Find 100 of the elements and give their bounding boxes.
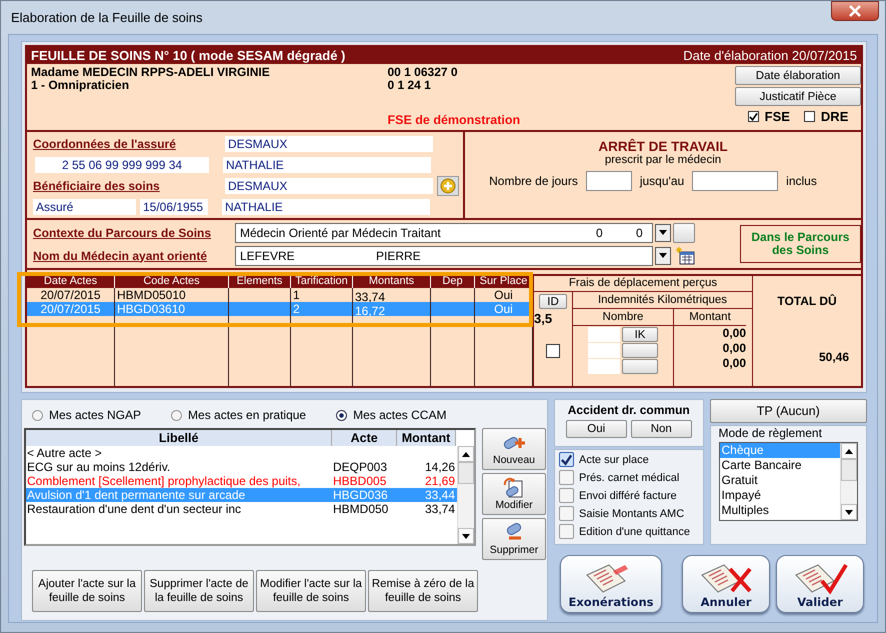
close-icon [848,5,862,17]
id-button[interactable]: ID [539,294,567,309]
ik-button[interactable]: IK [622,327,658,342]
add-button[interactable] [437,176,459,196]
relation-field[interactable]: Assuré [33,199,136,215]
checkbox[interactable] [546,344,560,358]
act-list-row[interactable]: < Autre acte > [26,446,457,460]
date-field[interactable] [692,171,778,191]
practitioner-name: Madame MEDECIN RPPS-ADELI VIRGINIE [31,66,271,79]
section-title: ARRÊT DE TRAVAIL [598,139,728,154]
section-label: Bénéficiaire des soins [33,179,161,193]
accident-button[interactable]: Non [630,420,692,438]
checkbox-label: Envoi différé facture [579,490,677,502]
last-name-field[interactable]: DESMAUX [225,178,433,194]
plus-icon [440,178,456,194]
total-value: 50,46 [818,350,849,364]
column-header: Date Actes [27,276,115,288]
accident-button[interactable]: Oui [566,420,627,438]
checkbox-label: Acte sur place [579,454,649,466]
first-name-field[interactable]: NATHALIE [222,199,430,215]
blank-button[interactable] [622,343,658,358]
checkbox-label: Prés. carnet médical [579,472,680,484]
days-field[interactable] [586,171,632,191]
demo-notice: FSE de démonstration [387,114,522,127]
checkbox[interactable] [559,452,574,467]
scrollbar[interactable] [457,446,474,544]
birth-date-field[interactable]: 15/06/1955 [140,199,208,215]
radio-button[interactable] [336,410,348,420]
checkbox[interactable] [559,506,574,521]
radio-button[interactable] [171,410,182,420]
total-label: TOTAL DÛ [777,294,837,308]
checkbox[interactable] [559,524,574,539]
header-button[interactable]: Date élaboration [735,66,861,85]
action-button[interactable]: Valider [776,555,864,613]
group-title: Mode de règlement [718,426,823,440]
radio-label: Mes actes en pratique [188,408,306,422]
amount: 0,00 [722,326,746,341]
last-name-field[interactable]: DESMAUX [225,136,433,152]
column-header: Nombre [573,309,673,326]
radio-label: Mes actes CCAM [353,408,446,422]
checkbox[interactable] [748,111,759,122]
tp-button[interactable]: TP (Aucun) [710,399,867,423]
scrollbar-thumb[interactable] [841,459,857,481]
checkbox[interactable] [804,111,815,122]
column-header: Sur Place [475,276,533,288]
scrollbar-thumb[interactable] [458,462,474,484]
checkbox-label: Edition d'une quittance [579,526,690,538]
count-field[interactable] [588,343,620,358]
creation-date: Date d'élaboration 20/07/2015 [683,48,857,63]
doctor-dropdown[interactable]: LEFEVRE PIERRE [235,246,653,266]
list-action-button[interactable]: Nouveau [482,428,546,470]
arrow-up-icon[interactable] [845,448,853,454]
sheet-action-button[interactable]: Remise à zéro de la feuille de soins [368,570,478,612]
payment-option[interactable]: Impayé [720,488,840,503]
action-button[interactable]: Annuler [682,555,770,613]
amount: 0,00 [722,341,746,356]
radio-button[interactable] [32,410,43,420]
column-header: Elements [229,276,291,288]
header-button[interactable]: Justicatif Pièce [735,87,861,106]
checkbox-label: Saisie Montants AMC [579,508,684,520]
section-label: Coordonnées de l'assuré [33,137,177,151]
practitioner-number: 00 1 06327 0 [387,66,459,79]
act-list-row[interactable]: Restauration d'une dent d'un secteur inc HBMD050 33,74 [26,502,457,516]
sheet-action-button[interactable]: Modifier l'acte sur la feuille de soins [256,570,366,612]
act-list-row[interactable]: ECG sur au moins 12dériv. DEQP003 14,26 [26,460,457,474]
first-name-field[interactable]: NATHALIE [223,157,431,173]
count-field[interactable] [588,359,620,374]
arrow-down-icon[interactable] [462,534,470,538]
sheet-action-button[interactable]: Supprimer l'acte de la feuille de soins [144,570,254,612]
checkbox[interactable] [559,488,574,503]
radio-label: Mes actes NGAP [49,408,142,422]
column-header: Montant [674,309,746,326]
list-action-button[interactable]: Supprimer [482,518,546,560]
window-title: Elaboration de la Feuille de soins [11,10,203,25]
amount: 0,00 [722,356,746,371]
ssn-field[interactable]: 2 55 06 99 999 999 34 [35,157,209,173]
blank-button[interactable] [622,359,658,374]
act-list-row[interactable]: Comblement [Scellement] prophylactique des puits, HBBD005 21,69 [26,474,457,488]
field-label: jusqu'au [640,174,684,188]
count-field[interactable] [588,327,620,342]
field-label: Nom du Médecin ayant orienté [33,248,208,262]
payment-option[interactable]: Gratuit [720,473,840,488]
column-header: Montant [397,430,456,446]
sheet-action-button[interactable]: Ajouter l'acte sur la feuille de soins [32,570,142,612]
column-header: Libellé [26,430,332,446]
context-dropdown[interactable]: Médecin Orienté par Médecin Traitant 0 0 [235,222,653,242]
scrollbar[interactable] [840,443,857,520]
field-label: Nombre de jours [489,174,578,188]
close-button[interactable] [831,1,879,21]
payment-option[interactable]: Carte Bancaire [720,458,840,473]
payment-option[interactable]: Multiples [720,503,840,518]
calendar-icon[interactable] [675,246,695,264]
arrow-down-icon[interactable] [845,510,853,514]
action-button[interactable]: Exonérations [560,555,662,613]
section-title: Indemnités Kilométriques [573,292,752,309]
arrow-up-icon[interactable] [462,452,470,456]
id-value: 3,5 [534,311,552,326]
column-header: Montants [353,276,431,288]
checkbox[interactable] [559,470,574,485]
list-action-button[interactable]: Modifier [482,473,546,515]
